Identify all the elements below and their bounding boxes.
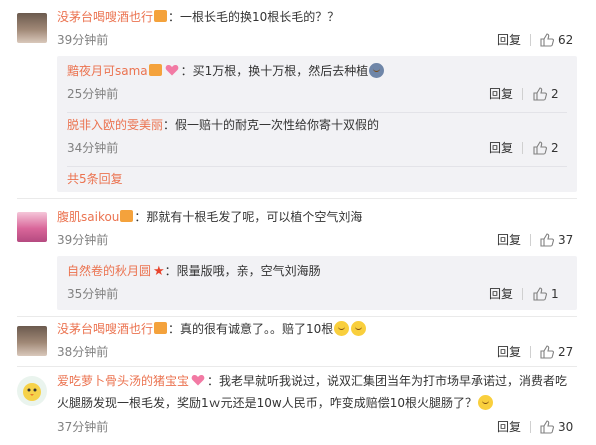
username-link[interactable]: 脱非入欧的雯美丽 — [67, 118, 163, 132]
star-icon: ★ — [153, 264, 165, 279]
divider — [530, 346, 531, 358]
reply-button[interactable]: 回复 — [489, 286, 513, 302]
comment-line: 没茅台喝嗖酒也行 ：一根长毛的换10根长毛的？？ — [57, 8, 339, 26]
reply-line: 脱非入欧的雯美丽：假一赔十的耐克一次性给你寄十双假的 — [67, 116, 379, 134]
thumbs-up-icon — [540, 33, 554, 47]
vip-badge-icon — [148, 64, 162, 76]
like-count: 1 — [551, 287, 559, 301]
reply-line: 自然卷的秋月圆 ★：限量版哦，亲，空气刘海肠 — [67, 262, 321, 281]
vip-badge-icon — [120, 210, 134, 222]
like-count: 62 — [558, 33, 574, 47]
avatar[interactable] — [17, 376, 47, 406]
divider — [522, 288, 523, 300]
reply-button[interactable]: 回复 — [497, 419, 521, 435]
timestamp: 38分钟前 — [57, 345, 109, 359]
timestamp: 35分钟前 — [67, 287, 119, 301]
like-count: 30 — [558, 420, 574, 434]
vip-badge-icon — [154, 322, 168, 334]
emoji-icon — [369, 63, 385, 78]
reply-box: 自然卷的秋月圆 ★：限量版哦，亲，空气刘海肠 35分钟前 回复 1 — [57, 256, 577, 310]
avatar[interactable] — [17, 212, 47, 242]
like-button[interactable]: 30 — [540, 419, 573, 435]
like-count: 27 — [558, 345, 574, 359]
username-link[interactable]: 黯夜月可sama — [67, 64, 148, 78]
reply-divider — [67, 166, 567, 167]
timestamp: 39分钟前 — [57, 233, 109, 247]
reply-divider — [67, 112, 567, 113]
like-button[interactable]: 2 — [533, 140, 559, 156]
divider — [530, 421, 531, 433]
wink-emoji-icon — [478, 395, 493, 410]
username-link[interactable]: 腹肌saikou — [57, 210, 119, 224]
reply-button[interactable]: 回复 — [489, 140, 513, 156]
comment-line-2: 火腿肠发现一根毛发，奖励1ｗ元还是10w人民币，咋变成赔偿10根火腿肠了？ — [57, 394, 494, 412]
comment-divider — [17, 198, 577, 199]
comment-divider — [17, 316, 577, 317]
more-replies-link[interactable]: 共5条回复 — [67, 170, 123, 188]
laughing-emoji-icon — [334, 321, 350, 336]
like-count: 2 — [551, 87, 559, 101]
reply-text: ：买1万根，换十万根，然后去种植 — [180, 64, 369, 78]
reply-line: 黯夜月可sama ：买1万根，换十万根，然后去种植 — [67, 62, 385, 80]
timestamp: 34分钟前 — [67, 141, 119, 155]
reply-box: 黯夜月可sama ：买1万根，换十万根，然后去种植 25分钟前 回复 2 脱非入欧… — [57, 56, 577, 192]
username-link[interactable]: 没茅台喝嗖酒也行 — [57, 322, 153, 336]
like-button[interactable]: 27 — [540, 344, 573, 360]
timestamp: 37分钟前 — [57, 420, 109, 434]
heart-icon — [165, 64, 178, 76]
avatar[interactable] — [17, 326, 47, 356]
divider — [522, 88, 523, 100]
timestamp: 39分钟前 — [57, 33, 109, 47]
avatar[interactable] — [17, 13, 47, 43]
thumbs-up-icon — [533, 141, 547, 155]
reply-button[interactable]: 回复 — [489, 86, 513, 102]
thumbs-up-icon — [540, 345, 554, 359]
like-count: 2 — [551, 141, 559, 155]
username-link[interactable]: 没茅台喝嗖酒也行 — [57, 10, 153, 24]
reply-button[interactable]: 回复 — [497, 232, 521, 248]
like-button[interactable]: 37 — [540, 232, 573, 248]
reply-text: ：限量版哦，亲，空气刘海肠 — [164, 264, 321, 278]
divider — [522, 142, 523, 154]
comment-text: ：那就有十根毛发了呢，可以植个空气刘海 — [134, 210, 363, 224]
like-button[interactable]: 62 — [540, 32, 573, 48]
like-button[interactable]: 1 — [533, 286, 559, 302]
comment-text: ：一根长毛的换10根长毛的？？ — [168, 10, 340, 24]
comment-text: ：真的很有诚意了。。赔了10根 — [168, 322, 334, 336]
thumbs-up-icon — [533, 87, 547, 101]
laughing-emoji-icon — [351, 321, 367, 336]
divider — [530, 234, 531, 246]
comment-line: 腹肌saikou ：那就有十根毛发了呢，可以植个空气刘海 — [57, 208, 362, 226]
bird-avatar-icon — [23, 383, 41, 401]
comment-text-continued: 火腿肠发现一根毛发，奖励1ｗ元还是10w人民币，咋变成赔偿10根火腿肠了？ — [57, 396, 477, 410]
thumbs-up-icon — [540, 233, 554, 247]
like-button[interactable]: 2 — [533, 86, 559, 102]
reply-button[interactable]: 回复 — [497, 344, 521, 360]
comment-line: 没茅台喝嗖酒也行 ：真的很有诚意了。。赔了10根 — [57, 320, 367, 338]
like-count: 37 — [558, 233, 574, 247]
comment-divider — [17, 366, 577, 367]
vip-badge-icon — [154, 10, 168, 22]
thumbs-up-icon — [533, 287, 547, 301]
reply-button[interactable]: 回复 — [497, 32, 521, 48]
comment-line: 爱吃萝卜骨头汤的猪宝宝 ：我老早就听我说过，说双汇集团当年为打市场早承诺过，消费者… — [57, 372, 567, 390]
username-link[interactable]: 爱吃萝卜骨头汤的猪宝宝 — [57, 374, 189, 388]
reply-text: ：假一赔十的耐克一次性给你寄十双假的 — [163, 118, 380, 132]
thumbs-up-icon — [540, 420, 554, 434]
username-link[interactable]: 自然卷的秋月圆 — [67, 264, 151, 278]
divider — [530, 34, 531, 46]
timestamp: 25分钟前 — [67, 87, 119, 101]
heart-icon — [191, 374, 205, 386]
comment-text: ：我老早就听我说过，说双汇集团当年为打市场早承诺过，消费者吃 — [207, 374, 568, 388]
